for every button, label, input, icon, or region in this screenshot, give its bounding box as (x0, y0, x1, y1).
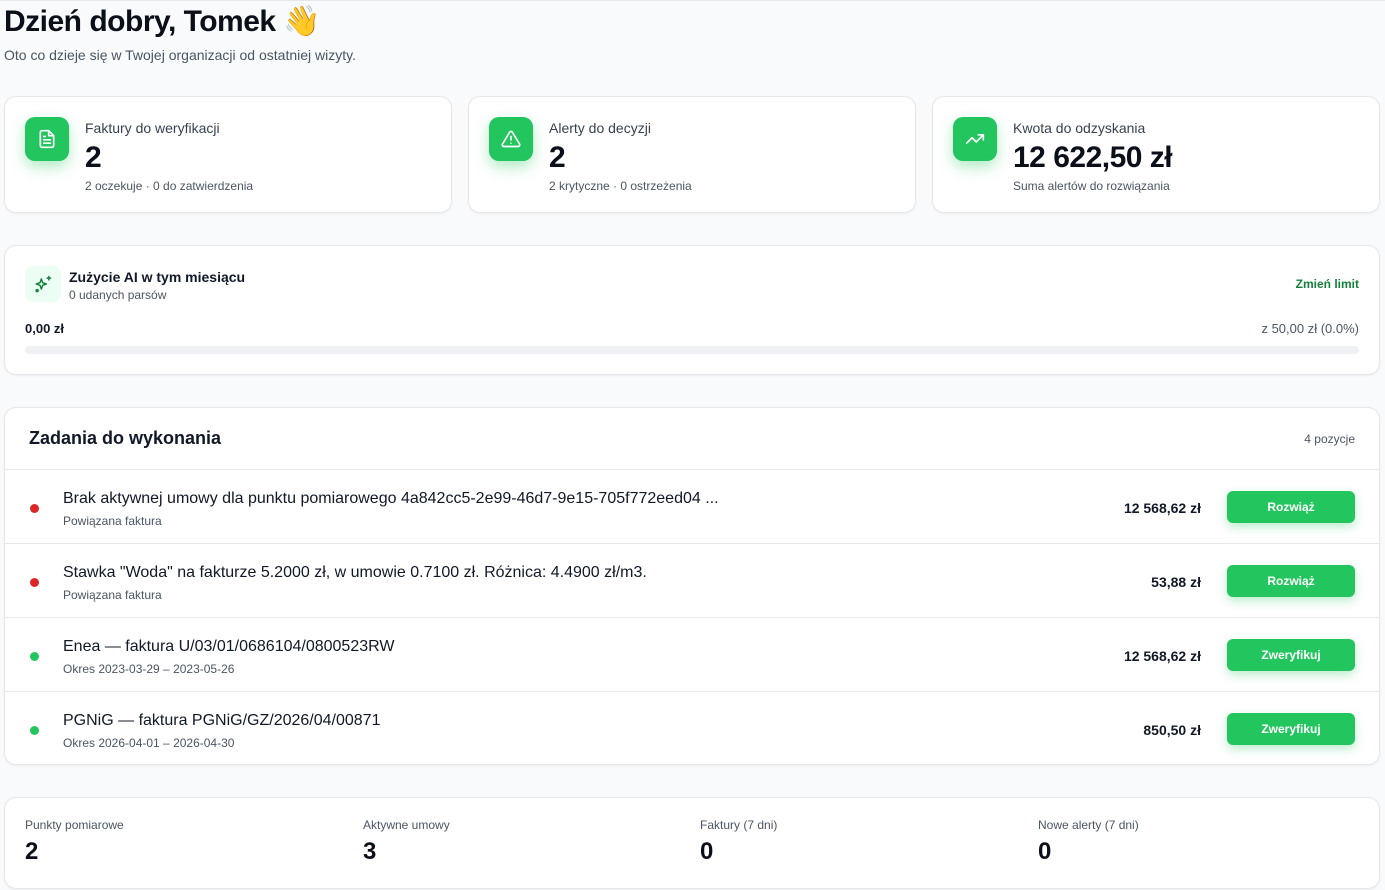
tasks-header: Zadania do wykonania 4 pozycje (5, 408, 1379, 470)
greeting-section: Dzień dobry, Tomek 👋 Oto co dzieje się w… (4, 5, 356, 63)
stat-value: 12 622,50 zł (1013, 141, 1173, 174)
document-icon (25, 117, 69, 161)
status-dot (30, 726, 39, 735)
sparkles-icon (25, 266, 61, 302)
verify-button[interactable]: Zweryfikuj (1227, 639, 1355, 671)
ai-usage-progress-bar (25, 346, 1359, 354)
ai-usage-amount: 0,00 zł (25, 321, 65, 336)
change-limit-link[interactable]: Zmień limit (1296, 277, 1359, 291)
summary-metering-points: Punkty pomiarowe 2 (25, 818, 124, 866)
task-amount: 12 568,62 zł (1123, 648, 1201, 664)
stat-label: Alerty do decyzji (549, 120, 651, 136)
task-title: Stawka "Woda" na fakturze 5.2000 zł, w u… (63, 564, 647, 581)
task-meta: Powiązana faktura (63, 588, 162, 602)
summary-label: Punkty pomiarowe (25, 818, 124, 832)
verify-button[interactable]: Zweryfikuj (1227, 713, 1355, 745)
ai-usage-title: Zużycie AI w tym miesiącu (69, 269, 246, 285)
summary-value: 2 (25, 838, 39, 865)
stat-card-alerts[interactable]: Alerty do decyzji 2 2 krytyczne · 0 ostr… (468, 96, 916, 213)
ai-usage-limit: z 50,00 zł (0.0%) (1261, 321, 1359, 336)
tasks-count: 4 pozycje (1304, 432, 1355, 446)
summary-label: Aktywne umowy (363, 818, 450, 832)
stat-subtext: 2 oczekuje · 0 do zatwierdzenia (85, 179, 254, 193)
tasks-card: Zadania do wykonania 4 pozycje Brak akty… (4, 407, 1380, 765)
summary-active-contracts: Aktywne umowy 3 (363, 818, 450, 866)
ai-usage-card: Zużycie AI w tym miesiącu 0 udanych pars… (4, 245, 1380, 375)
task-amount: 53,88 zł (1151, 574, 1201, 590)
stat-value: 2 (85, 141, 102, 174)
trending-up-icon (953, 117, 997, 161)
task-row[interactable]: Brak aktywnej umowy dla punktu pomiarowe… (5, 470, 1379, 544)
warning-triangle-icon (489, 117, 533, 161)
resolve-button[interactable]: Rozwiąż (1227, 565, 1355, 597)
task-meta: Okres 2023-03-29 – 2023-05-26 (63, 662, 235, 676)
summary-new-alerts-7d: Nowe alerty (7 dni) 0 (1038, 818, 1139, 866)
task-title: Brak aktywnej umowy dla punktu pomiarowe… (63, 490, 719, 507)
stat-value: 2 (549, 141, 566, 174)
task-title: Enea — faktura U/03/01/0686104/0800523RW (63, 638, 395, 655)
summary-label: Nowe alerty (7 dni) (1038, 818, 1139, 832)
task-meta: Okres 2026-04-01 – 2026-04-30 (63, 736, 235, 750)
stat-subtext: Suma alertów do rozwiązania (1013, 179, 1170, 193)
stat-card-recovery[interactable]: Kwota do odzyskania 12 622,50 zł Suma al… (932, 96, 1380, 213)
summary-invoices-7d: Faktury (7 dni) 0 (700, 818, 777, 866)
task-amount: 12 568,62 zł (1123, 500, 1201, 516)
task-title: PGNiG — faktura PGNiG/GZ/2026/04/00871 (63, 712, 381, 729)
summary-card: Punkty pomiarowe 2 Aktywne umowy 3 Faktu… (4, 797, 1380, 889)
status-dot (30, 652, 39, 661)
summary-label: Faktury (7 dni) (700, 818, 778, 832)
task-row[interactable]: Stawka "Woda" na fakturze 5.2000 zł, w u… (5, 544, 1379, 618)
ai-usage-subtitle: 0 udanych parsów (69, 288, 167, 302)
task-amount: 850,50 zł (1143, 722, 1201, 738)
stat-subtext: 2 krytyczne · 0 ostrzeżenia (549, 179, 692, 193)
summary-value: 0 (1038, 838, 1052, 865)
page-subtitle: Oto co dzieje się w Twojej organizacji o… (4, 47, 356, 63)
summary-value: 0 (700, 838, 714, 865)
status-dot (30, 578, 39, 587)
summary-value: 3 (363, 838, 377, 865)
resolve-button[interactable]: Rozwiąż (1227, 491, 1355, 523)
stat-card-invoices[interactable]: Faktury do weryfikacji 2 2 oczekuje · 0 … (4, 96, 452, 213)
stat-label: Kwota do odzyskania (1013, 120, 1146, 136)
task-row[interactable]: Enea — faktura U/03/01/0686104/0800523RW… (5, 618, 1379, 692)
task-meta: Powiązana faktura (63, 514, 162, 528)
stat-label: Faktury do weryfikacji (85, 120, 220, 136)
status-dot (30, 504, 39, 513)
task-row[interactable]: PGNiG — faktura PGNiG/GZ/2026/04/00871 O… (5, 692, 1379, 766)
dashboard-page: Dzień dobry, Tomek 👋 Oto co dzieje się w… (0, 0, 1385, 890)
page-title: Dzień dobry, Tomek 👋 (4, 5, 321, 38)
tasks-title: Zadania do wykonania (29, 428, 222, 448)
